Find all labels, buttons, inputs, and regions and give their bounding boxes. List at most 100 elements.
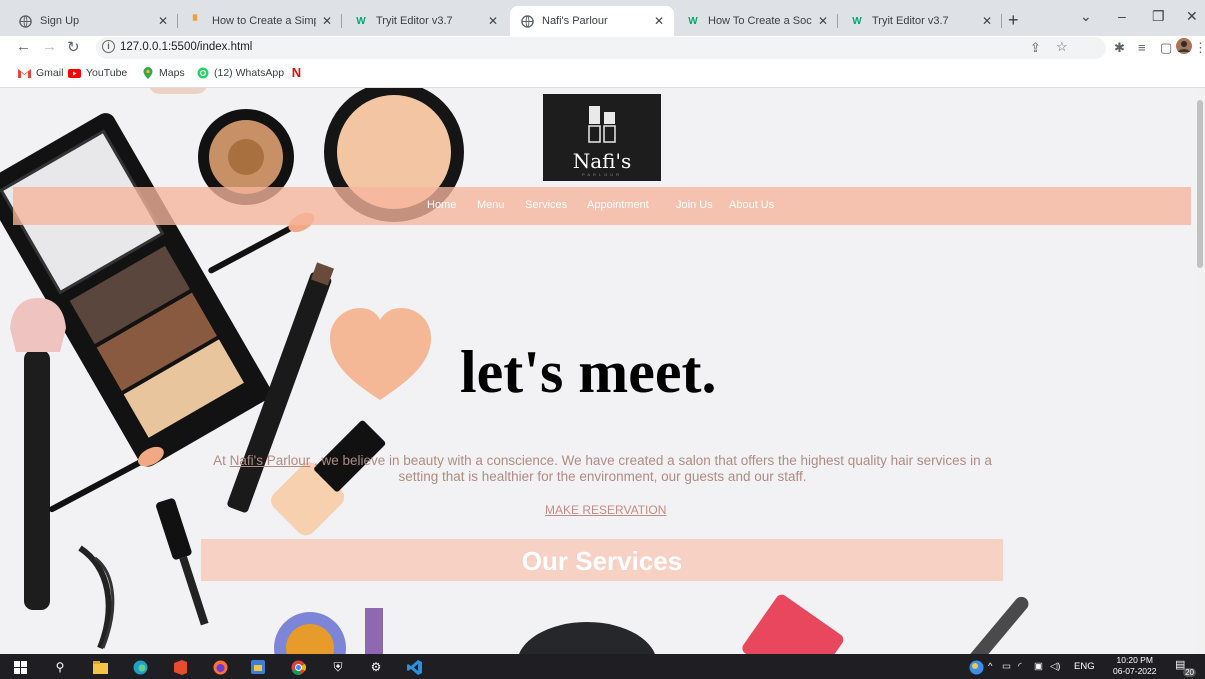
bookmark-youtube[interactable]: YouTube bbox=[68, 67, 127, 79]
nav-about-us[interactable]: About Us bbox=[729, 199, 774, 211]
language-indicator[interactable]: ENG bbox=[1074, 661, 1095, 672]
share-icon[interactable]: ⇪ bbox=[1030, 40, 1041, 56]
tab-title: How to Create a Simple Log bbox=[212, 15, 316, 27]
url-text: 127.0.0.1:5500/index.html bbox=[120, 41, 253, 53]
new-tab-button[interactable]: + bbox=[1008, 10, 1019, 31]
back-arrow-icon[interactable]: ← bbox=[16, 38, 31, 55]
netflix-icon: N bbox=[291, 65, 302, 80]
w3schools-icon: W bbox=[688, 15, 698, 27]
file-explorer-icon[interactable] bbox=[92, 659, 108, 675]
notifications-button[interactable]: ▤ 20 bbox=[1175, 658, 1196, 677]
firefox-icon[interactable] bbox=[212, 659, 228, 675]
browser-toolbar: ← → ↻ i 127.0.0.1:5500/index.html ⇪ ☆ ✱ … bbox=[0, 36, 1205, 60]
page-scrollbar[interactable] bbox=[1195, 88, 1205, 654]
tab-title: Tryit Editor v3.7 bbox=[872, 15, 949, 27]
minimize-button[interactable]: – bbox=[1118, 8, 1126, 24]
gmail-icon bbox=[18, 68, 31, 79]
tab-sign-up[interactable]: Sign Up ✕ bbox=[8, 6, 178, 36]
bookmark-star-icon[interactable]: ☆ bbox=[1056, 39, 1068, 55]
tab-divider bbox=[837, 14, 838, 28]
reading-list-icon[interactable]: ≡ bbox=[1138, 40, 1146, 55]
calendar-app-icon[interactable] bbox=[250, 659, 266, 675]
clock-date: 06-07-2022 bbox=[1113, 666, 1157, 676]
tab-tryit-1[interactable]: W Tryit Editor v3.7 ✕ bbox=[344, 6, 508, 36]
forward-arrow-icon[interactable]: → bbox=[42, 38, 57, 55]
battery-icon[interactable]: ▭ bbox=[1002, 661, 1011, 672]
close-tab-icon[interactable]: ✕ bbox=[158, 14, 168, 28]
tab-divider bbox=[177, 14, 178, 28]
close-tab-icon[interactable]: ✕ bbox=[322, 14, 332, 28]
close-tab-icon[interactable]: ✕ bbox=[818, 14, 828, 28]
hero-title: let's meet. bbox=[460, 339, 717, 405]
lipstick-logo-icon bbox=[588, 106, 616, 143]
menu-kebab-icon[interactable]: ⋮ bbox=[1194, 40, 1205, 56]
extensions-puzzle-icon[interactable]: ✱ bbox=[1114, 40, 1125, 56]
wifi-icon[interactable]: ◜ bbox=[1018, 661, 1022, 672]
youtube-icon bbox=[68, 68, 81, 79]
clock-time: 10:20 PM bbox=[1116, 655, 1153, 665]
weather-icon[interactable] bbox=[968, 659, 984, 675]
bookmark-netflix[interactable]: N bbox=[290, 65, 308, 80]
make-reservation-link[interactable]: MAKE RESERVATION bbox=[545, 503, 666, 517]
profile-avatar[interactable] bbox=[1176, 38, 1192, 57]
bookmark-label: (12) WhatsApp bbox=[214, 67, 285, 79]
w3schools-icon: W bbox=[356, 15, 366, 27]
chrome-icon[interactable] bbox=[290, 659, 306, 675]
windows-start-icon[interactable] bbox=[12, 659, 28, 675]
restore-button[interactable]: ❐ bbox=[1152, 8, 1165, 25]
search-icon[interactable]: ⚲ bbox=[52, 659, 68, 675]
close-window-button[interactable]: ✕ bbox=[1186, 8, 1198, 25]
page-icon: ▘ bbox=[193, 15, 201, 27]
tab-social-media[interactable]: W How To Create a Social Me ✕ bbox=[676, 6, 838, 36]
info-icon[interactable]: i bbox=[102, 40, 115, 53]
tab-simple-login[interactable]: ▘ How to Create a Simple Log ✕ bbox=[180, 6, 342, 36]
tab-title: Nafi's Parlour bbox=[542, 15, 608, 27]
windows-taskbar: ⚲ ⛨ ⚙ ^ ▭ ◜ ▣ ◁) ENG 10:20 PM 06-07-2022… bbox=[0, 654, 1205, 679]
nav-menu[interactable]: Menu bbox=[477, 199, 505, 211]
reload-icon[interactable]: ↻ bbox=[67, 38, 80, 56]
bookmark-label: Maps bbox=[159, 67, 185, 79]
maps-icon bbox=[141, 67, 154, 79]
globe-icon bbox=[520, 14, 534, 28]
address-bar[interactable]: i 127.0.0.1:5500/index.html ⇪ ☆ bbox=[96, 37, 1106, 59]
hero-desc-prefix: At bbox=[213, 453, 230, 468]
bookmarks-bar: Gmail YouTube Maps (12) WhatsApp N bbox=[0, 60, 1205, 88]
nav-home[interactable]: Home bbox=[427, 199, 456, 211]
clock[interactable]: 10:20 PM 06-07-2022 bbox=[1113, 655, 1156, 677]
vscode-icon[interactable] bbox=[406, 659, 422, 675]
close-tab-icon[interactable]: ✕ bbox=[654, 14, 664, 28]
edge-icon[interactable] bbox=[132, 659, 148, 675]
notification-count: 20 bbox=[1183, 668, 1196, 677]
services-header-band: Our Services bbox=[201, 539, 1003, 581]
hero-desc-suffix: , we believe in beauty with a conscience… bbox=[310, 453, 992, 484]
globe-icon bbox=[18, 14, 32, 28]
tab-divider bbox=[341, 14, 342, 28]
page-viewport: Nafi's PARLOUR Home Menu Services Appoin… bbox=[0, 88, 1205, 654]
scrollbar-thumb[interactable] bbox=[1197, 100, 1203, 268]
close-tab-icon[interactable]: ✕ bbox=[488, 14, 498, 28]
bookmark-maps[interactable]: Maps bbox=[141, 67, 185, 79]
bookmark-gmail[interactable]: Gmail bbox=[18, 67, 63, 79]
nav-appointment[interactable]: Appointment bbox=[587, 199, 649, 211]
nav-join-us[interactable]: Join Us bbox=[676, 199, 713, 211]
office-icon[interactable] bbox=[172, 659, 188, 675]
services-title: Our Services bbox=[521, 546, 683, 576]
tab-nafis-parlour[interactable]: Nafi's Parlour ✕ bbox=[510, 6, 674, 36]
whatsapp-icon bbox=[196, 67, 209, 79]
security-shield-icon[interactable]: ⛨ bbox=[330, 659, 346, 675]
brand-link[interactable]: Nafi's Parlour bbox=[230, 453, 311, 468]
bookmark-whatsapp[interactable]: (12) WhatsApp bbox=[196, 67, 284, 79]
settings-gear-icon[interactable]: ⚙ bbox=[368, 659, 384, 675]
tab-strip: Sign Up ✕ ▘ How to Create a Simple Log ✕… bbox=[0, 0, 1205, 36]
volume-icon[interactable]: ◁) bbox=[1050, 661, 1060, 672]
tab-tryit-2[interactable]: W Tryit Editor v3.7 ✕ bbox=[840, 6, 1002, 36]
tab-search-chevron-icon[interactable]: ⌄ bbox=[1080, 8, 1092, 25]
show-hidden-icons-chevron[interactable]: ^ bbox=[988, 661, 992, 672]
tab-divider bbox=[1001, 14, 1002, 28]
site-logo[interactable]: Nafi's PARLOUR bbox=[543, 94, 661, 181]
close-tab-icon[interactable]: ✕ bbox=[982, 14, 992, 28]
nav-services[interactable]: Services bbox=[525, 199, 567, 211]
display-icon[interactable]: ▣ bbox=[1034, 661, 1043, 672]
w3schools-icon: W bbox=[852, 15, 862, 27]
side-panel-icon[interactable]: ▢ bbox=[1160, 40, 1172, 56]
